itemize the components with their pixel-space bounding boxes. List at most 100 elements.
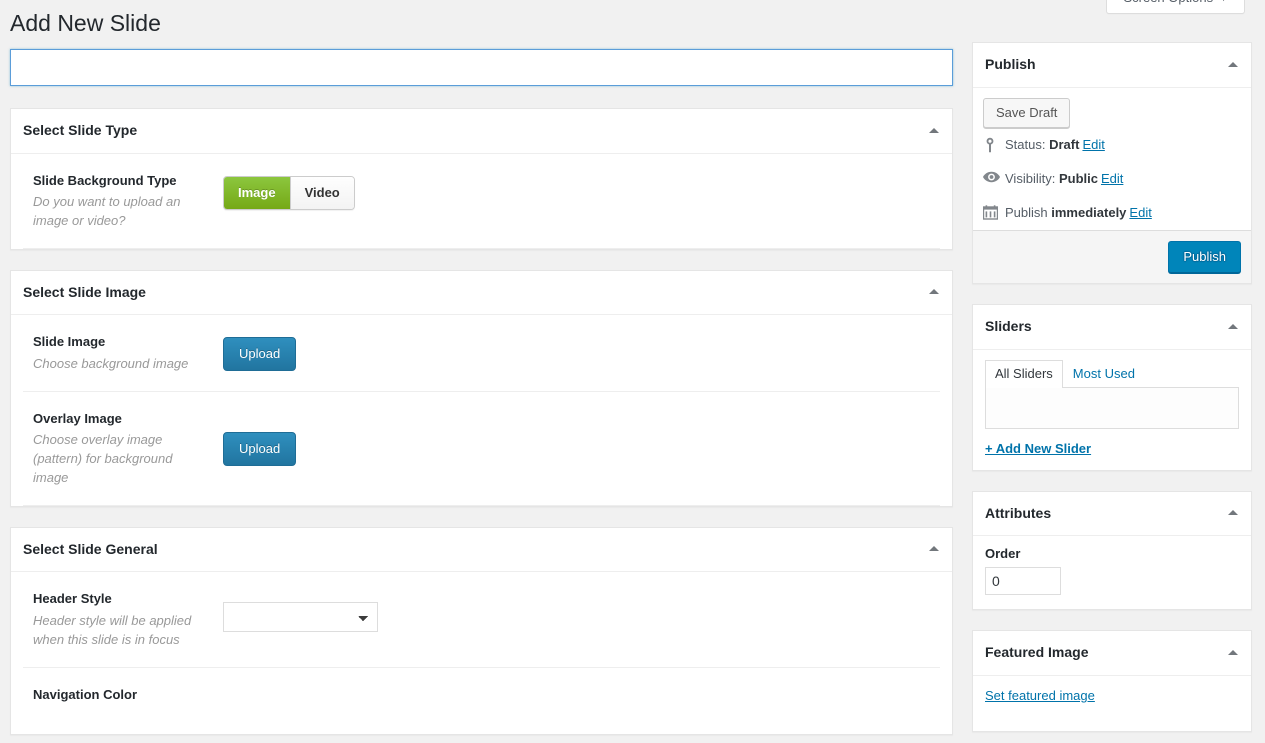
chevron-up-icon [1228, 61, 1238, 67]
option-label: Overlay Image [33, 410, 122, 426]
panel-title-select-slide-type[interactable]: Select Slide Type [11, 109, 952, 154]
panel-select-slide-image: Select Slide Image Slide Image Choose ba… [10, 269, 953, 507]
slide-background-type-toggle: Image Video [223, 175, 355, 210]
page-wrap: Add New Slide Select Slide Type Slide Ba… [0, 0, 1265, 743]
panel-title-select-slide-general[interactable]: Select Slide General [11, 528, 952, 573]
tab-most-used[interactable]: Most Used [1063, 360, 1145, 388]
toggle-panel-select-slide-type[interactable] [916, 109, 952, 151]
option-description: Header style will be applied when this s… [33, 612, 192, 647]
option-description: Choose overlay image (pattern) for backg… [33, 431, 173, 485]
screen-options-tab[interactable]: Screen Options ▼ [1106, 0, 1245, 15]
panel-select-slide-type: Select Slide Type Slide Background Type … [10, 108, 953, 250]
set-featured-image-link[interactable]: Set featured image [985, 688, 1095, 703]
major-publishing-actions: Publish [973, 230, 1251, 284]
toggle-panel-select-slide-image[interactable] [916, 271, 952, 313]
panel-body-attributes: Order [973, 536, 1251, 609]
panel-title-publish[interactable]: Publish [973, 43, 1251, 88]
background-type-image-button[interactable]: Image [224, 176, 291, 209]
screen-options-label: Screen Options [1123, 0, 1213, 5]
eye-icon [983, 171, 1005, 183]
editor-columns: Select Slide Type Slide Background Type … [10, 42, 1255, 743]
panel-body-select-slide-image: Slide Image Choose background image Uplo… [11, 315, 952, 506]
background-type-video-button[interactable]: Video [290, 176, 354, 209]
panel-title-featured-image[interactable]: Featured Image [973, 631, 1251, 676]
post-visibility-text: Visibility: Public Edit [1005, 170, 1123, 188]
chevron-up-icon [1228, 510, 1238, 516]
minor-publishing-actions: Save Draft [973, 88, 1251, 128]
option-label-group: Overlay Image Choose overlay image (patt… [23, 410, 223, 487]
post-status-value: Draft [1049, 136, 1080, 152]
post-visibility-prefix: Visibility: [1005, 170, 1056, 186]
post-status-icon [983, 137, 1005, 153]
sidebar-column: Publish Save Draft Status: Draft Edit Vi… [972, 42, 1252, 743]
sliders-tab-list: All Sliders Most Used [985, 359, 1239, 388]
toggle-panel-attributes[interactable] [1215, 492, 1251, 534]
post-schedule-row: Publish immediately Edit [973, 196, 1251, 230]
title-wrap [10, 49, 953, 86]
chevron-up-icon [1228, 649, 1238, 655]
chevron-down-icon: ▼ [1219, 0, 1228, 3]
toggle-panel-featured-image[interactable] [1215, 631, 1251, 673]
toggle-panel-select-slide-general[interactable] [916, 528, 952, 570]
toggle-panel-publish[interactable] [1215, 43, 1251, 85]
chevron-up-icon [929, 289, 939, 295]
option-label: Slide Image [33, 334, 106, 350]
calendar-icon [983, 205, 1005, 220]
panel-featured-image: Featured Image Set featured image [972, 630, 1252, 732]
overlay-image-upload-button[interactable]: Upload [223, 431, 297, 466]
panel-publish: Publish Save Draft Status: Draft Edit Vi… [972, 42, 1252, 285]
post-schedule-text: Publish immediately Edit [1005, 204, 1152, 222]
post-status-text: Status: Draft Edit [1005, 136, 1105, 154]
option-row-slide-background-type: Slide Background Type Do you want to upl… [23, 154, 940, 249]
panel-select-slide-general: Select Slide General Header Style Header… [10, 526, 953, 735]
post-schedule-value: immediately [1051, 204, 1127, 220]
option-label-group: Navigation Color [23, 686, 223, 716]
panel-attributes: Attributes Order [972, 490, 1252, 611]
tab-all-sliders[interactable]: All Sliders [985, 359, 1063, 388]
edit-post-status-link[interactable]: Edit [1082, 137, 1104, 152]
edit-post-schedule-link[interactable]: Edit [1129, 205, 1151, 220]
order-input[interactable] [985, 567, 1061, 596]
option-field [223, 686, 940, 716]
order-label: Order [985, 546, 1021, 562]
option-field [223, 590, 940, 648]
option-field: Upload [223, 333, 940, 372]
option-label: Header Style [33, 591, 112, 607]
chevron-up-icon [929, 127, 939, 133]
page-title: Add New Slide [10, 10, 161, 36]
panel-title-sliders[interactable]: Sliders [973, 305, 1251, 350]
main-column: Select Slide Type Slide Background Type … [10, 42, 953, 743]
header-style-select[interactable] [223, 602, 378, 633]
option-field: Upload [223, 410, 940, 487]
option-row-navigation-color: Navigation Color [23, 668, 940, 734]
post-status-row: Status: Draft Edit [973, 128, 1251, 162]
slide-title-input[interactable] [10, 49, 953, 86]
panel-body-publish: Save Draft Status: Draft Edit Visibility… [973, 88, 1251, 284]
panel-sliders: Sliders All Sliders Most Used + Add New … [972, 304, 1252, 471]
panel-body-select-slide-general: Header Style Header style will be applie… [11, 572, 952, 733]
chevron-up-icon [1228, 323, 1238, 329]
panel-body-select-slide-type: Slide Background Type Do you want to upl… [11, 154, 952, 249]
option-label-group: Header Style Header style will be applie… [23, 590, 223, 648]
post-schedule-prefix: Publish [1005, 204, 1048, 220]
option-label-group: Slide Background Type Do you want to upl… [23, 172, 223, 230]
edit-post-visibility-link[interactable]: Edit [1101, 171, 1123, 186]
toggle-panel-sliders[interactable] [1215, 305, 1251, 347]
sliders-checklist[interactable] [985, 386, 1239, 429]
option-field: Image Video [223, 172, 940, 230]
option-description: Choose background image [33, 355, 189, 371]
publish-button[interactable]: Publish [1168, 241, 1241, 274]
post-visibility-value: Public [1058, 170, 1098, 186]
panel-body-sliders: All Sliders Most Used + Add New Slider [973, 350, 1251, 470]
add-new-slider-link[interactable]: + Add New Slider [985, 441, 1091, 456]
option-row-slide-image: Slide Image Choose background image Uplo… [23, 315, 940, 392]
save-draft-button[interactable]: Save Draft [983, 97, 1071, 128]
option-row-overlay-image: Overlay Image Choose overlay image (patt… [23, 392, 940, 506]
option-label-group: Slide Image Choose background image [23, 333, 223, 372]
panel-body-featured-image: Set featured image [973, 676, 1251, 731]
option-row-header-style: Header Style Header style will be applie… [23, 572, 940, 668]
panel-title-attributes[interactable]: Attributes [973, 492, 1251, 537]
panel-title-select-slide-image[interactable]: Select Slide Image [11, 271, 952, 316]
screen-meta-links: Screen Options ▼ [1106, 0, 1245, 15]
slide-image-upload-button[interactable]: Upload [223, 337, 297, 372]
